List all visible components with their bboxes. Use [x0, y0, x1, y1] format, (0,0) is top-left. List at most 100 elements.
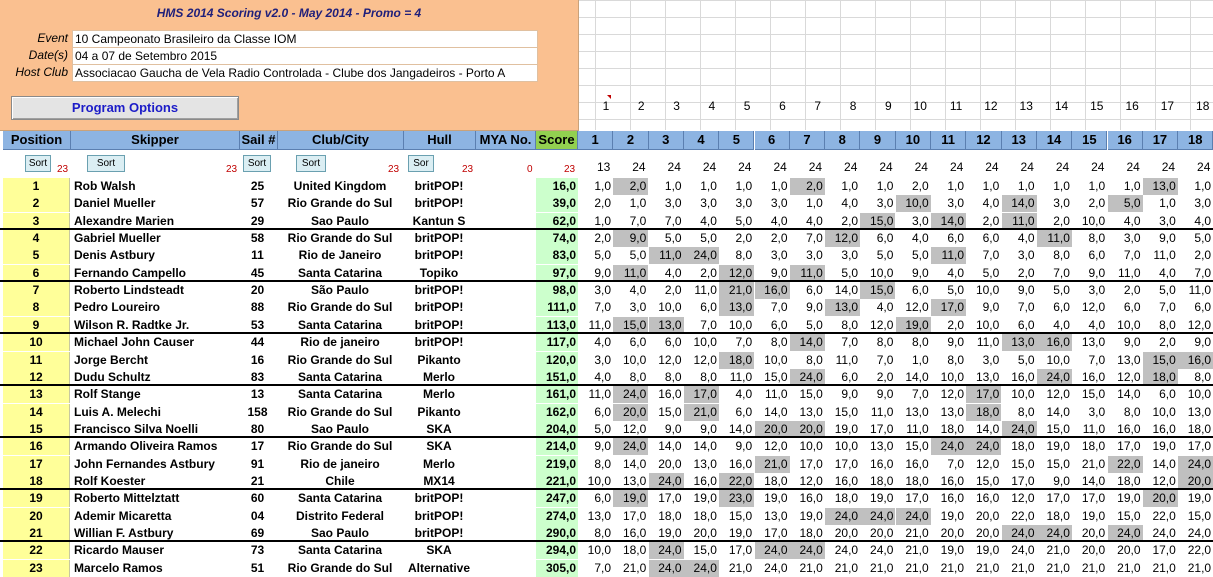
sail-cell[interactable]: 44 [240, 334, 275, 351]
race-score-cell[interactable]: 11,0 [931, 247, 966, 265]
race-score-cell[interactable]: 24,0 [966, 438, 1002, 456]
skipper-cell[interactable]: Gabriel Mueller [71, 230, 240, 247]
header-hull[interactable]: Hull [404, 131, 476, 150]
race-score-cell[interactable]: 19,0 [931, 508, 966, 525]
race-score-cell[interactable]: 12,0 [966, 456, 1001, 473]
race-score-cell[interactable]: 16,0 [896, 456, 931, 473]
race-score-cell[interactable]: 24,0 [755, 560, 790, 577]
race-score-cell[interactable]: 12,0 [1037, 386, 1072, 403]
race-score-cell[interactable]: 6,0 [684, 299, 719, 316]
race-score-cell[interactable]: 16,0 [966, 490, 1001, 507]
sort-sail-button[interactable]: Sort [243, 155, 271, 172]
race-score-cell[interactable]: 3,0 [649, 195, 684, 212]
race-score-cell[interactable]: 6,0 [719, 404, 754, 421]
race-score-cell[interactable]: 9,0 [931, 334, 966, 351]
race-score-cell[interactable]: 24,0 [683, 559, 719, 577]
club-cell[interactable]: Distrito Federal [278, 508, 402, 525]
position-cell[interactable]: 22 [3, 542, 70, 560]
race-score-cell[interactable]: 9,0 [613, 230, 649, 248]
score-cell[interactable]: 219,0 [536, 455, 578, 473]
race-score-cell[interactable]: 10,0 [578, 542, 613, 559]
skipper-cell[interactable]: Rob Walsh [71, 178, 240, 195]
header-race-14[interactable]: 14 [1036, 131, 1073, 150]
header-sail[interactable]: Sail # [240, 131, 278, 150]
race-score-cell[interactable]: 18,0 [1002, 438, 1037, 455]
race-score-cell[interactable]: 18,0 [966, 403, 1002, 421]
position-cell[interactable]: 1 [3, 178, 70, 195]
header-race-8[interactable]: 8 [825, 131, 861, 150]
mya-cell[interactable] [476, 299, 534, 316]
mya-cell[interactable] [476, 560, 534, 577]
race-score-cell[interactable]: 1,0 [578, 178, 613, 195]
sail-cell[interactable]: 51 [240, 560, 275, 577]
skipper-cell[interactable]: John Fernandes Astbury [71, 456, 240, 473]
race-score-cell[interactable]: 3,0 [790, 247, 825, 264]
race-score-cell[interactable]: 15,0 [1072, 386, 1107, 403]
race-score-cell[interactable]: 15,0 [825, 404, 860, 421]
race-score-cell[interactable]: 18,0 [825, 490, 860, 507]
race-score-cell[interactable]: 19,0 [1143, 438, 1178, 455]
race-score-cell[interactable]: 9,0 [966, 299, 1001, 316]
mya-cell[interactable] [476, 282, 534, 299]
race-score-cell[interactable]: 7,0 [825, 334, 860, 351]
race-score-cell[interactable]: 17,0 [683, 386, 719, 404]
race-score-cell[interactable]: 24,0 [648, 542, 684, 560]
race-score-cell[interactable]: 16,0 [860, 456, 895, 473]
club-cell[interactable]: Santa Catarina [278, 386, 402, 403]
race-score-cell[interactable]: 6,0 [1178, 299, 1213, 316]
race-score-cell[interactable]: 5,0 [613, 247, 648, 264]
club-cell[interactable]: Rio de Janeiro [278, 247, 402, 264]
race-score-cell[interactable]: 18,0 [613, 542, 648, 559]
race-score-cell[interactable]: 17,0 [790, 456, 825, 473]
race-score-cell[interactable]: 15,0 [1142, 351, 1178, 369]
race-score-cell[interactable]: 10,0 [895, 195, 931, 213]
race-score-cell[interactable]: 7,0 [578, 299, 613, 316]
race-score-cell[interactable]: 7,0 [1072, 352, 1107, 369]
race-score-cell[interactable]: 18,0 [649, 508, 684, 525]
race-score-cell[interactable]: 1,0 [613, 195, 648, 212]
race-score-cell[interactable]: 3,0 [755, 247, 790, 264]
sail-cell[interactable]: 13 [240, 386, 275, 403]
race-score-cell[interactable]: 20,0 [1142, 490, 1178, 508]
score-cell[interactable]: 120,0 [536, 351, 578, 369]
race-score-cell[interactable]: 12,0 [684, 352, 719, 369]
race-score-cell[interactable]: 13,0 [1142, 178, 1178, 195]
sail-cell[interactable]: 17 [240, 438, 275, 455]
position-cell[interactable]: 4 [3, 230, 70, 248]
score-cell[interactable]: 83,0 [536, 247, 578, 265]
race-score-cell[interactable]: 7,0 [755, 299, 790, 316]
club-cell[interactable]: Rio Grande do Sul [278, 195, 402, 212]
race-score-cell[interactable]: 4,0 [613, 282, 648, 299]
club-cell[interactable]: São Paulo [278, 282, 402, 299]
race-score-cell[interactable]: 10,0 [1002, 386, 1037, 403]
race-score-cell[interactable]: 11,0 [1143, 247, 1178, 264]
club-cell[interactable]: Rio Grande do Sul [278, 230, 402, 247]
race-score-cell[interactable]: 21,0 [896, 542, 931, 559]
club-cell[interactable]: Santa Catarina [278, 542, 402, 559]
race-score-cell[interactable]: 6,0 [860, 230, 895, 247]
header-race-18[interactable]: 18 [1178, 131, 1213, 150]
race-score-cell[interactable]: 19,0 [1072, 508, 1107, 525]
race-score-cell[interactable]: 18,0 [684, 508, 719, 525]
sail-cell[interactable]: 11 [240, 247, 275, 264]
race-score-cell[interactable]: 3,0 [860, 195, 895, 212]
race-score-cell[interactable]: 7,0 [931, 456, 966, 473]
hull-cell[interactable]: Alternative [404, 560, 474, 577]
race-score-cell[interactable]: 4,0 [825, 195, 860, 212]
race-score-cell[interactable]: 20,0 [966, 508, 1001, 525]
sail-cell[interactable]: 60 [240, 490, 275, 507]
score-cell[interactable]: 247,0 [536, 490, 578, 508]
race-score-cell[interactable]: 3,0 [1108, 230, 1143, 247]
hull-cell[interactable]: Pikanto [404, 404, 474, 421]
header-race-11[interactable]: 11 [931, 131, 967, 150]
race-score-cell[interactable]: 1,0 [825, 178, 860, 195]
mya-cell[interactable] [476, 247, 534, 264]
race-score-cell[interactable]: 9,0 [860, 386, 895, 403]
race-score-cell[interactable]: 5,0 [649, 230, 684, 247]
race-score-cell[interactable]: 12,0 [1002, 490, 1037, 507]
race-score-cell[interactable]: 14,0 [613, 456, 648, 473]
mya-cell[interactable] [476, 404, 534, 421]
race-score-cell[interactable]: 16,0 [931, 490, 966, 507]
race-score-cell[interactable]: 9,0 [825, 386, 860, 403]
race-score-cell[interactable]: 12,0 [825, 230, 861, 248]
